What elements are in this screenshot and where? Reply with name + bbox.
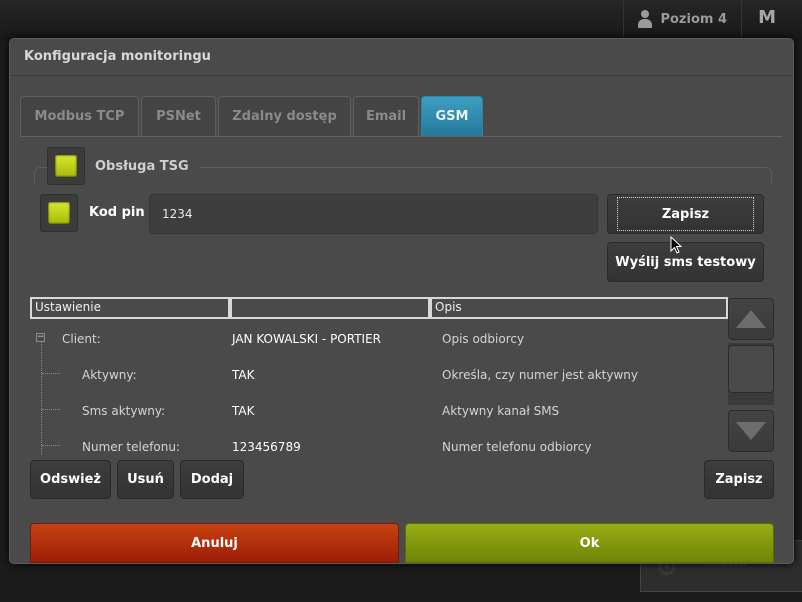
remove-button[interactable]: Usuń [117, 460, 174, 499]
row-value: TAK [232, 404, 255, 418]
tsg-label: Obsługa TSG [95, 158, 189, 174]
send-test-sms-label: Wyślij sms testowy [615, 254, 756, 270]
grid-header-description[interactable]: Opis [430, 297, 728, 319]
table-row[interactable]: Sms aktywny: TAK Aktywny kanał SMS [30, 393, 728, 429]
mouse-cursor-icon [670, 236, 682, 254]
row-description: Opis odbiorcy [442, 332, 525, 346]
table-row[interactable]: Aktywny: TAK Określa, czy numer jest akt… [30, 357, 728, 393]
user-level-button[interactable]: Poziom 4 [623, 0, 742, 38]
pin-label: Kod pin [89, 205, 145, 220]
pin-checkbox[interactable] [40, 194, 78, 232]
arrow-up-icon [736, 310, 766, 328]
title-separator [10, 75, 793, 76]
refresh-label: Odswież [40, 472, 101, 487]
menu-logo[interactable]: M [758, 7, 776, 28]
tab-modbus-tcp[interactable]: Modbus TCP [20, 96, 139, 136]
arrow-down-icon [736, 422, 766, 440]
row-setting: Numer telefonu: [82, 440, 181, 454]
save-pin-button[interactable]: Zapisz [607, 194, 764, 234]
top-bar: Poziom 4 M [0, 0, 802, 40]
tab-psnet[interactable]: PSNet [141, 96, 216, 136]
tsg-group-header: Obsługa TSG [47, 146, 199, 186]
add-label: Dodaj [190, 472, 234, 487]
row-description: Numer telefonu odbiorcy [442, 440, 592, 454]
row-value: JAN KOWALSKI - PORTIER [232, 332, 382, 346]
tab-gsm[interactable]: GSM [421, 96, 483, 136]
ok-label: Ok [579, 535, 600, 551]
tab-remote-access[interactable]: Zdalny dostęp [218, 96, 351, 136]
pin-input[interactable] [149, 194, 598, 234]
settings-grid: Client: JAN KOWALSKI - PORTIER Opis odbi… [30, 321, 728, 455]
row-setting: Client: [62, 332, 101, 346]
row-value: 123456789 [232, 440, 301, 454]
user-icon [638, 10, 653, 28]
tree-connector [42, 373, 60, 374]
save-list-label: Zapisz [715, 472, 763, 487]
refresh-button[interactable]: Odswież [30, 460, 111, 499]
save-list-button[interactable]: Zapisz [704, 460, 774, 499]
dialog-title: Konfiguracja monitoringu [24, 49, 211, 64]
send-test-sms-button[interactable]: Wyślij sms testowy [607, 242, 764, 282]
tree-connector [42, 409, 60, 410]
collapse-icon[interactable]: − [36, 333, 45, 342]
tab-email[interactable]: Email [353, 96, 419, 136]
save-pin-label: Zapisz [661, 206, 710, 222]
remove-label: Usuń [127, 472, 164, 487]
tree-connector [42, 445, 60, 446]
row-setting: Sms aktywny: [82, 404, 166, 418]
table-row[interactable]: Client: JAN KOWALSKI - PORTIER Opis odbi… [30, 321, 728, 357]
tsg-checkbox[interactable] [47, 147, 85, 185]
row-description: Aktywny kanał SMS [442, 404, 560, 418]
row-setting: Aktywny: [82, 368, 137, 382]
ok-button[interactable]: Ok [405, 523, 774, 563]
tree-connector [41, 339, 42, 455]
cancel-button[interactable]: Anuluj [30, 523, 399, 563]
grid-header-value[interactable] [230, 297, 430, 319]
table-row[interactable]: Numer telefonu: 123456789 Numer telefonu… [30, 429, 728, 455]
row-value: TAK [232, 368, 255, 382]
monitoring-config-dialog: Konfiguracja monitoringu Modbus TCP PSNe… [9, 38, 794, 564]
scroll-thumb[interactable] [728, 345, 774, 393]
scroll-up-button[interactable] [728, 298, 774, 340]
scroll-down-button[interactable] [728, 410, 774, 452]
tab-underline [20, 136, 782, 137]
user-level-label: Poziom 4 [660, 11, 727, 27]
cancel-label: Anuluj [191, 535, 238, 551]
row-description: Określa, czy numer jest aktywny [442, 368, 638, 382]
add-button[interactable]: Dodaj [180, 460, 244, 499]
grid-header-setting[interactable]: Ustawienie [30, 297, 230, 319]
